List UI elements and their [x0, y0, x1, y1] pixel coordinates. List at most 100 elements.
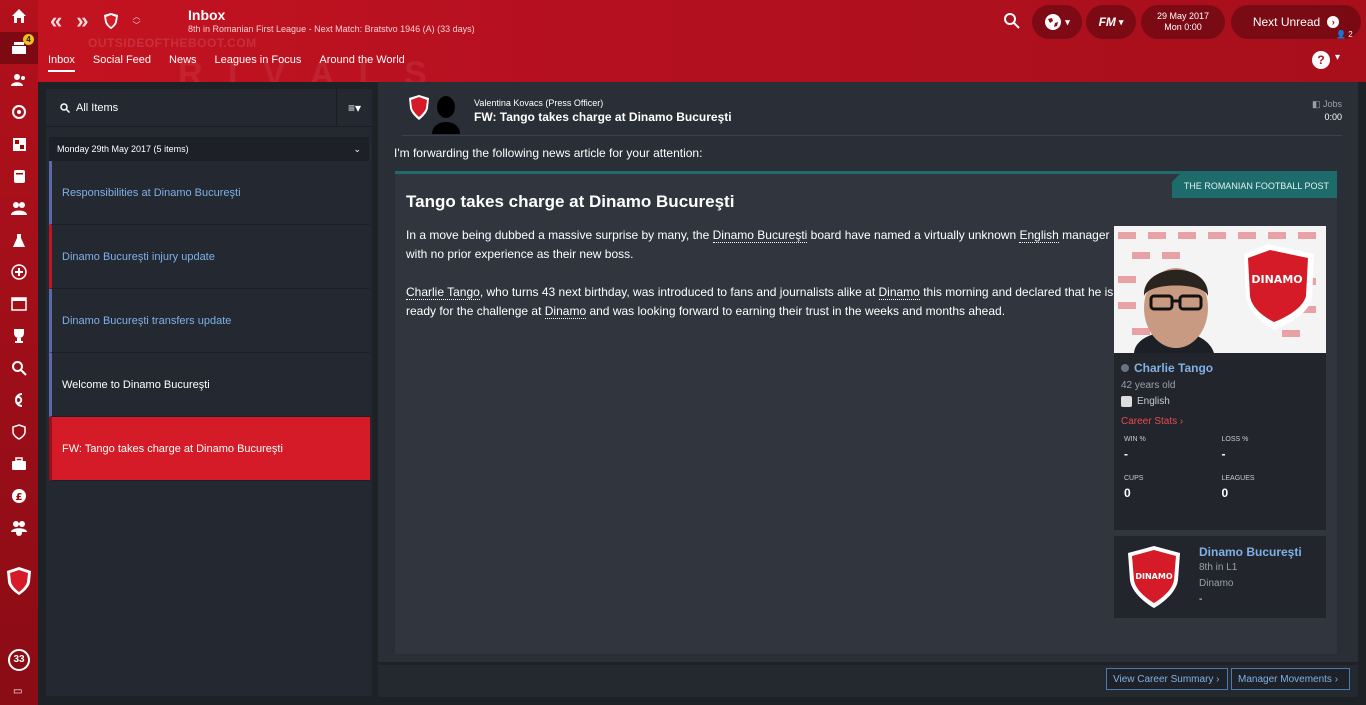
next-unread-label: Next Unread	[1252, 15, 1321, 29]
dynamics-icon[interactable]	[0, 160, 38, 192]
club-vision-icon[interactable]	[0, 416, 38, 448]
search-icon[interactable]	[1003, 12, 1020, 34]
sender-club-crest-icon	[409, 95, 429, 120]
intro-text: I'm forwarding the following news articl…	[394, 146, 703, 160]
fm-logo: FM	[1098, 15, 1116, 29]
search-icon	[60, 102, 70, 113]
squad-icon[interactable]	[0, 64, 38, 96]
career-stats-link[interactable]: Career Stats ›	[1121, 416, 1319, 427]
article-title: Tango takes charge at Dinamo Bucureşti	[406, 192, 735, 211]
club-stadium: Dinamo	[1199, 578, 1234, 589]
club-crest-icon[interactable]: DINAMO	[1126, 544, 1182, 610]
finances-icon[interactable]: £	[0, 480, 38, 512]
help-icon[interactable]: ?	[1312, 51, 1330, 69]
message-subject: FW: Tango takes charge at Dinamo Bucureş…	[474, 110, 732, 124]
tab-inbox[interactable]: Inbox	[48, 54, 75, 72]
tab-around-the-world[interactable]: Around the World	[319, 54, 404, 72]
home-icon[interactable]	[0, 0, 38, 32]
body-text: board have named a virtually unknown	[807, 228, 1020, 242]
loss-value: -	[1221, 447, 1226, 461]
medical-icon[interactable]	[0, 256, 38, 288]
youth-icon[interactable]	[0, 512, 38, 544]
message-time: 0:00	[1324, 112, 1342, 122]
page-subtitle: 8th in Romanian First League - Next Matc…	[188, 24, 475, 34]
leagues-label: LEAGUES	[1221, 475, 1255, 482]
sender-name[interactable]: Valentina Kovacs (Press Officer)	[474, 98, 603, 108]
jobs-info: ◧ Jobs 0:00	[1312, 98, 1342, 124]
date-group-header[interactable]: Monday 29th May 2017 (5 items) ⌄	[49, 137, 369, 161]
club-info-icon[interactable]	[0, 448, 38, 480]
left-icon-rail: 4 £ 33 ▭	[0, 0, 38, 705]
tab-social-feed[interactable]: Social Feed	[93, 54, 151, 72]
manager-card: Charlie Tango 42 years old English Caree…	[1114, 353, 1326, 530]
transfers-icon[interactable]	[0, 384, 38, 416]
list-item[interactable]: Welcome to Dinamo Bucureşti	[49, 353, 370, 417]
stadium-link[interactable]: Dinamo	[878, 285, 920, 300]
manager-photo: DINAMO	[1114, 226, 1326, 353]
notifications-count[interactable]: 33	[8, 649, 30, 671]
list-item-selected[interactable]: FW: Tango takes charge at Dinamo Bucureş…	[49, 417, 370, 481]
schedule-icon[interactable]	[0, 288, 38, 320]
sender-avatar[interactable]	[430, 94, 462, 134]
cups-label: CUPS	[1124, 475, 1144, 482]
date-line: 29 May 2017	[1156, 11, 1210, 21]
list-item[interactable]: Dinamo Bucureşti transfers update	[49, 289, 370, 353]
group-label: Monday 29th May 2017 (5 items)	[57, 144, 189, 154]
message-list-panel: All Items ≡▾ Monday 29th May 2017 (5 ite…	[46, 88, 372, 696]
club-name[interactable]: Dinamo Bucureşti	[1199, 544, 1302, 560]
managers-online: 👤 2	[1336, 30, 1353, 39]
back-icon[interactable]: «	[50, 8, 62, 34]
club-crest-icon[interactable]	[6, 566, 32, 596]
info-icon	[1121, 364, 1129, 372]
inbox-badge: 4	[23, 34, 34, 45]
chevron-down-icon[interactable]: ▾	[1335, 52, 1340, 63]
article-body: In a move being dubbed a massive surpris…	[406, 226, 1114, 340]
manager-nationality: English	[1121, 396, 1319, 407]
view-career-summary-button[interactable]: View Career Summary ›	[1106, 668, 1228, 690]
body-text: and was looking forward to earning their…	[586, 304, 1006, 318]
tab-news[interactable]: News	[169, 54, 197, 72]
club-position: 8th in L1	[1199, 562, 1238, 573]
staff-icon[interactable]	[0, 192, 38, 224]
time-line: Mon 0:00	[1164, 22, 1202, 32]
person-link[interactable]: Charlie Tango	[406, 285, 480, 300]
list-menu-icon[interactable]: ≡▾	[336, 88, 372, 127]
news-article: THE ROMANIAN FOOTBALL POST Tango takes c…	[395, 171, 1337, 654]
scouting-icon[interactable]	[0, 352, 38, 384]
competitions-icon[interactable]	[0, 320, 38, 352]
training-icon[interactable]	[0, 224, 38, 256]
list-item[interactable]: Dinamo Bucureşti injury update	[49, 225, 370, 289]
loss-label: LOSS %	[1221, 436, 1249, 443]
world-menu-button[interactable]: ▾	[1032, 5, 1082, 39]
message-content: Valentina Kovacs (Press Officer) FW: Tan…	[378, 82, 1358, 662]
list-item[interactable]: Responsibilities at Dinamo Bucureşti	[49, 161, 370, 225]
club-link[interactable]: Dinamo Bucureşti	[712, 228, 808, 243]
club-value: -	[1199, 594, 1203, 605]
screen-icon[interactable]: ▭	[13, 686, 22, 697]
filter-dropdown[interactable]: All Items	[46, 102, 336, 114]
forward-icon[interactable]: »	[76, 8, 88, 34]
manager-movements-button[interactable]: Manager Movements ›	[1231, 668, 1350, 690]
up-down-arrows-icon[interactable]: ︿ ﹀	[133, 12, 141, 30]
body-text: , who turns 43 next birthday, was introd…	[479, 285, 879, 299]
watermark: OUTSIDEOFTHEBOOT.COM	[88, 36, 257, 50]
nation-link[interactable]: English	[1019, 228, 1059, 243]
header-club-crest-icon[interactable]	[103, 12, 119, 30]
tactics-icon[interactable]	[0, 96, 38, 128]
article-source: THE ROMANIAN FOOTBALL POST	[1171, 174, 1337, 198]
manager-age: 42 years old	[1121, 380, 1176, 391]
tab-leagues-in-focus[interactable]: Leagues in Focus	[215, 54, 302, 72]
page-title: Inbox	[188, 7, 226, 23]
inbox-icon[interactable]: 4	[0, 32, 38, 64]
manager-count: 2	[1348, 30, 1353, 39]
date-display[interactable]: 29 May 2017 Mon 0:00	[1141, 5, 1225, 39]
stadium-link[interactable]: Dinamo	[544, 304, 587, 319]
svg-text:DINAMO: DINAMO	[1135, 572, 1172, 581]
svg-text:DINAMO: DINAMO	[1251, 273, 1302, 286]
jobs-label: Jobs	[1322, 99, 1342, 109]
manager-name[interactable]: Charlie Tango	[1121, 361, 1319, 375]
team-report-icon[interactable]	[0, 128, 38, 160]
chevron-down-icon: ▾	[1118, 16, 1124, 27]
fm-menu-button[interactable]: FM ▾	[1086, 5, 1136, 39]
nationality-label: English	[1137, 396, 1170, 407]
